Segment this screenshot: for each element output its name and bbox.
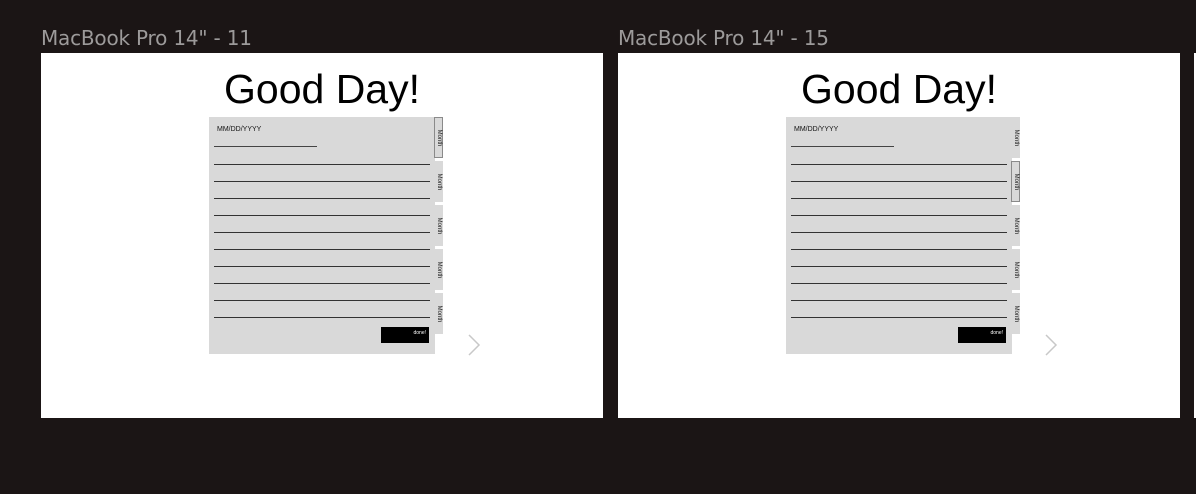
tab-month-4[interactable]: Month <box>434 249 443 290</box>
tab-month-4[interactable]: Month <box>1011 249 1020 290</box>
entry-line[interactable] <box>791 181 1007 182</box>
entry-line[interactable] <box>214 300 430 301</box>
tab-month-5[interactable]: Month <box>434 293 443 334</box>
frame-label[interactable]: MacBook Pro 14" - 11 <box>41 26 252 50</box>
tab-label: Month <box>1012 261 1019 278</box>
entry-line[interactable] <box>791 317 1007 318</box>
done-button[interactable]: done! <box>958 327 1006 343</box>
frame-macbook-11: Good Day! MM/DD/YYYY done! Month Month M… <box>41 53 603 418</box>
tab-label: Month <box>1012 129 1019 146</box>
entry-line[interactable] <box>214 198 430 199</box>
date-underline <box>791 146 894 147</box>
tab-label: Month <box>435 261 442 278</box>
frame-macbook-15: Good Day! MM/DD/YYYY done! Month Month M… <box>618 53 1180 418</box>
tab-label: Month <box>435 305 442 322</box>
chevron-right-icon[interactable] <box>463 333 483 357</box>
entry-line[interactable] <box>791 266 1007 267</box>
tab-month-1[interactable]: Month <box>1011 117 1020 158</box>
tab-month-3[interactable]: Month <box>434 205 443 246</box>
frame-label[interactable]: MacBook Pro 14" - 15 <box>618 26 829 50</box>
date-underline <box>214 146 317 147</box>
entry-line[interactable] <box>214 249 430 250</box>
date-field[interactable]: MM/DD/YYYY <box>794 126 838 133</box>
page-title: Good Day! <box>801 66 997 112</box>
entry-line[interactable] <box>214 215 430 216</box>
tab-month-5[interactable]: Month <box>1011 293 1020 334</box>
entry-line[interactable] <box>791 283 1007 284</box>
entry-line[interactable] <box>791 249 1007 250</box>
tab-label: Month <box>435 173 442 190</box>
tab-label: Month <box>1012 305 1019 322</box>
tab-month-2[interactable]: Month <box>1011 161 1020 202</box>
entry-line[interactable] <box>214 181 430 182</box>
date-field[interactable]: MM/DD/YYYY <box>217 126 261 133</box>
tab-label: Month <box>1012 217 1019 234</box>
chevron-right-icon[interactable] <box>1040 333 1060 357</box>
journal-card: MM/DD/YYYY done! <box>786 117 1012 354</box>
entry-line[interactable] <box>214 317 430 318</box>
entry-line[interactable] <box>791 300 1007 301</box>
entry-line[interactable] <box>214 164 430 165</box>
tab-label: Month <box>435 129 442 146</box>
tab-month-2[interactable]: Month <box>434 161 443 202</box>
tab-month-1[interactable]: Month <box>434 117 443 158</box>
entry-line[interactable] <box>791 164 1007 165</box>
entry-line[interactable] <box>791 198 1007 199</box>
page-title: Good Day! <box>224 66 420 112</box>
entry-line[interactable] <box>214 283 430 284</box>
journal-card: MM/DD/YYYY done! <box>209 117 435 354</box>
entry-line[interactable] <box>791 232 1007 233</box>
entry-line[interactable] <box>214 232 430 233</box>
done-button[interactable]: done! <box>381 327 429 343</box>
tab-label: Month <box>1012 173 1019 190</box>
entry-line[interactable] <box>791 215 1007 216</box>
tab-label: Month <box>435 217 442 234</box>
entry-line[interactable] <box>214 266 430 267</box>
tab-month-3[interactable]: Month <box>1011 205 1020 246</box>
